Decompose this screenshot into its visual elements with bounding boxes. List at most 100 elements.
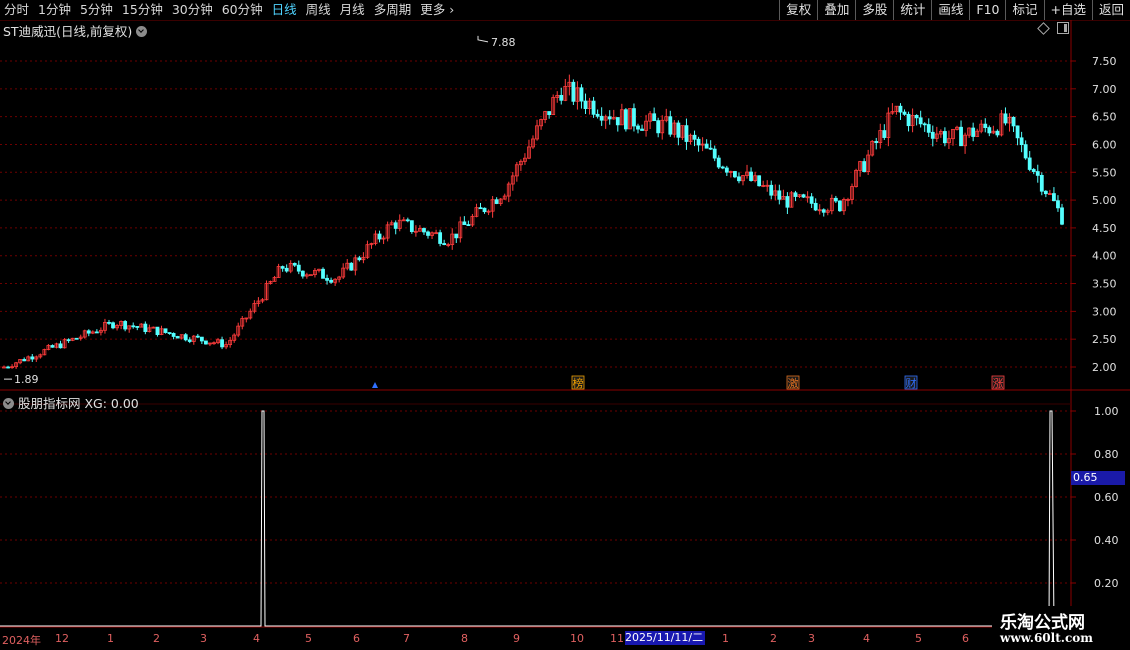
- candle-body: [6, 366, 10, 369]
- event-marker-3: 涨: [993, 377, 1004, 390]
- candle-body: [135, 326, 140, 328]
- candle-body: [187, 339, 192, 342]
- time-axis-label: 1: [107, 632, 114, 645]
- candle-body: [442, 243, 447, 246]
- candle-body: [409, 220, 414, 233]
- candle-body: [325, 277, 329, 281]
- candle-body: [591, 100, 596, 115]
- candle-body: [1035, 171, 1040, 176]
- candle-body: [720, 166, 725, 169]
- candle-body: [599, 115, 604, 121]
- time-axis-label: 3: [200, 632, 207, 645]
- price-tick-label: 4.00: [1092, 250, 1117, 263]
- candle-body: [1015, 125, 1020, 139]
- indicator-tick-label: 0.80: [1094, 448, 1119, 461]
- price-tick-label: 6.50: [1092, 111, 1117, 124]
- candle-body: [462, 221, 467, 225]
- watermark-url: www.60lt.com: [1000, 631, 1093, 645]
- candle-body: [583, 100, 588, 110]
- price-tick-label: 5.50: [1092, 166, 1117, 179]
- candle-body: [66, 339, 71, 342]
- candle-body: [1027, 157, 1032, 170]
- candle-body: [623, 109, 628, 130]
- candle-body: [1056, 200, 1060, 209]
- candle-body: [175, 336, 180, 339]
- time-axis-label: 4: [253, 632, 260, 645]
- price-tick-label: 7.00: [1092, 83, 1117, 96]
- event-arrow-icon: [372, 382, 378, 388]
- candle-body: [86, 330, 91, 334]
- high-label: 7.88: [491, 36, 516, 49]
- time-axis-label: 3: [808, 632, 815, 645]
- candle-body: [652, 113, 657, 122]
- time-axis-label: 10: [570, 632, 584, 645]
- indicator-tick-label: 0.40: [1094, 534, 1119, 547]
- candle-body: [615, 117, 620, 126]
- candle-body: [668, 116, 673, 135]
- indicator-title[interactable]: 股朋指标网 XG: 0.00: [3, 393, 139, 412]
- candle-body: [833, 197, 838, 202]
- candle-body: [607, 116, 612, 120]
- candle-body: [942, 131, 947, 144]
- chart-canvas[interactable]: 2.00 2.50 3.00 3.50 4.00 4.50 5.00 5.50 6.00 6.50…: [0, 0, 1130, 650]
- time-axis-label: 11: [610, 632, 624, 645]
- candle-body: [292, 262, 297, 266]
- candle-body: [640, 128, 644, 131]
- candle-body: [959, 126, 963, 147]
- time-axis-label: 5: [915, 632, 922, 645]
- candle-body: [874, 141, 879, 144]
- candle-body: [692, 134, 697, 140]
- candle-body: [712, 148, 717, 159]
- candle-body: [155, 326, 160, 335]
- candle-body: [769, 184, 774, 196]
- candle-body: [749, 171, 753, 181]
- candle-body: [737, 176, 741, 182]
- candle-body: [199, 336, 204, 342]
- time-axis-label: 2: [153, 632, 160, 645]
- event-marker-2: 财: [906, 376, 917, 390]
- candle-body: [482, 207, 487, 213]
- indicator-tick-label: 1.00: [1094, 405, 1119, 418]
- high-pointer: [477, 35, 489, 43]
- time-axis-label: 1: [722, 632, 729, 645]
- candle-body: [716, 157, 721, 168]
- candle-body: [393, 222, 398, 229]
- candle-body: [204, 340, 208, 345]
- indicator-tick-label: 0.20: [1094, 577, 1119, 590]
- candle-body: [922, 123, 927, 126]
- time-axis-label: 7: [403, 632, 410, 645]
- time-axis-label: 2: [770, 632, 777, 645]
- price-tick-label: 3.00: [1092, 305, 1117, 318]
- candle-body: [357, 257, 362, 261]
- candle-body: [123, 321, 128, 330]
- candle-body: [862, 161, 867, 172]
- date-highlight: 2025/11/11/二: [625, 631, 705, 645]
- candle-body: [454, 233, 459, 239]
- candle-body: [656, 120, 661, 134]
- time-axis-label: 6: [962, 632, 969, 645]
- candle-body: [438, 232, 443, 244]
- candle-body: [579, 87, 584, 102]
- candle-body: [107, 321, 111, 324]
- candle-body: [280, 266, 285, 269]
- time-axis-label: 2024年: [2, 634, 41, 647]
- candle-body: [163, 328, 168, 333]
- candle-body: [1003, 113, 1008, 124]
- candle-body: [171, 333, 176, 337]
- chevron-down-icon[interactable]: [3, 398, 14, 409]
- watermark: 乐淘公式网 www.60lt.com: [992, 606, 1130, 650]
- candle-body: [636, 125, 640, 130]
- candle-body: [708, 147, 713, 150]
- time-axis-label: 4: [863, 632, 870, 645]
- candle-body: [1052, 193, 1056, 202]
- candle-body: [30, 356, 35, 360]
- candle-body: [987, 127, 992, 134]
- candle-body: [426, 231, 430, 236]
- candle-body: [321, 268, 325, 279]
- price-tick-label: 6.00: [1092, 138, 1117, 151]
- candle-body: [1060, 207, 1064, 225]
- candle-body: [22, 359, 27, 362]
- event-marker-0: 榜: [573, 376, 584, 390]
- candle-body: [571, 81, 576, 102]
- candle-body: [918, 117, 923, 125]
